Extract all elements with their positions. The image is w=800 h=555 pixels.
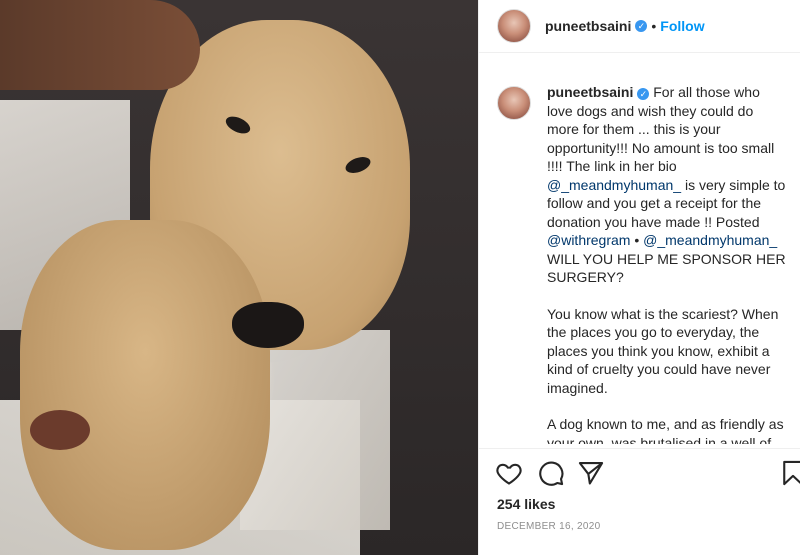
caption-paragraph: A dog known to me, and as friendly as yo… (547, 416, 784, 444)
dog-nose (232, 302, 304, 348)
caption-text: • (634, 232, 640, 248)
wound (30, 410, 90, 450)
username[interactable]: puneetbsaini (545, 18, 631, 34)
caption-paragraph: puneetbsaini ✓ For all those who love dog… (547, 83, 787, 287)
bookmark-icon[interactable] (779, 459, 800, 487)
caption-paragraph: You know what is the scariest? When the … (547, 305, 779, 396)
mention-link[interactable]: @withregram (547, 232, 630, 248)
avatar[interactable] (497, 86, 531, 120)
post-photo[interactable] (0, 0, 478, 555)
heart-icon[interactable] (495, 459, 523, 487)
caption-username[interactable]: puneetbsaini (547, 84, 633, 100)
verified-badge-icon: ✓ (637, 88, 650, 100)
dog-body (20, 220, 270, 550)
verified-badge-icon: ✓ (635, 20, 648, 32)
action-bar (479, 448, 800, 499)
human-hand (0, 0, 200, 90)
likes-count[interactable]: 254 likes (497, 496, 555, 512)
post-header: puneetbsaini ✓ • Follow (479, 0, 800, 53)
caption: puneetbsaini ✓ For all those who love dog… (547, 83, 787, 444)
share-icon[interactable] (577, 459, 605, 487)
caption-text: WILL YOU HELP ME SPONSOR HER SURGERY? (547, 250, 786, 286)
follow-button[interactable]: Follow (660, 18, 704, 34)
mention-link[interactable]: @_meandmyhuman_ (547, 177, 681, 193)
post-date[interactable]: DECEMBER 16, 2020 (497, 521, 600, 532)
post-sidebar: puneetbsaini ✓ • Follow puneetbsaini ✓ Fo… (478, 0, 800, 555)
comment-icon[interactable] (537, 459, 565, 487)
avatar[interactable] (497, 9, 531, 43)
separator-dot: • (651, 18, 657, 34)
caption-area: puneetbsaini ✓ For all those who love dog… (479, 72, 800, 444)
mention-link[interactable]: @_meandmyhuman_ (643, 232, 777, 248)
